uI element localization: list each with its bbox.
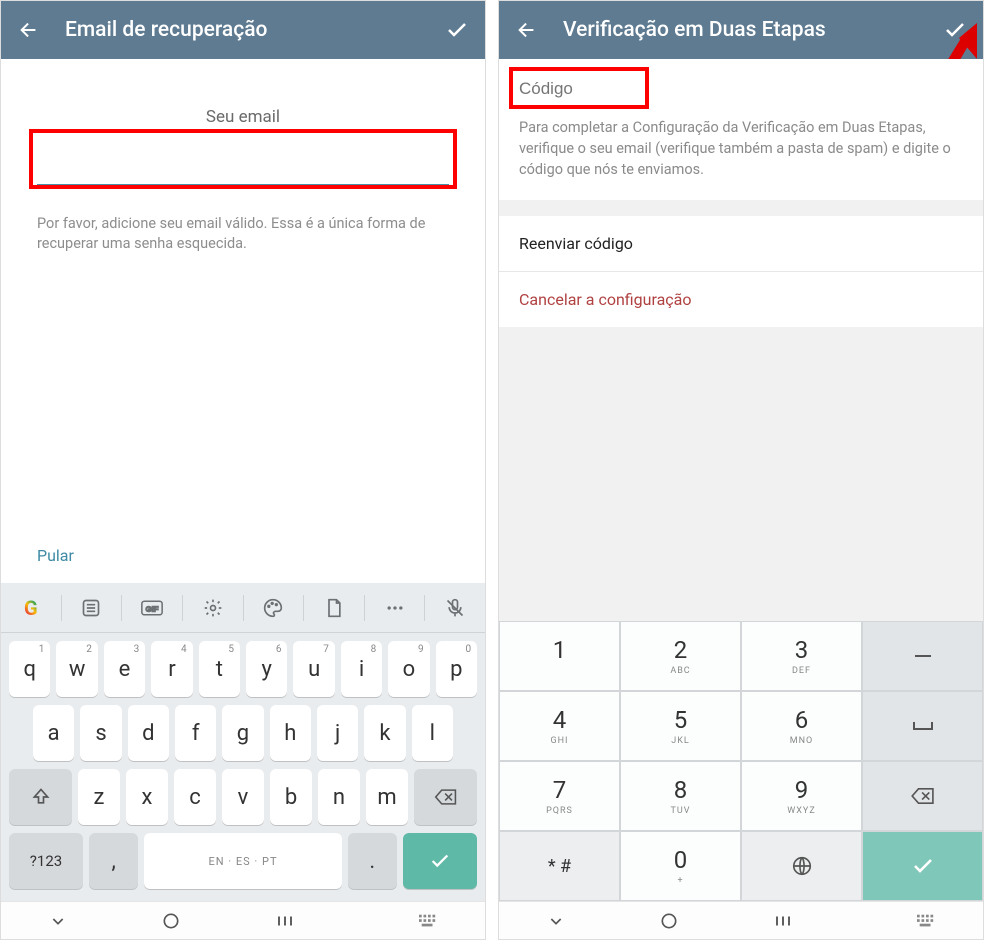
info-text: Para completar a Configuração da Verific… [499,117,983,200]
key-e[interactable]: e3 [104,641,145,697]
content-left: Seu email Por favor, adicione seu email … [1,59,485,583]
keyboard-qwerty: G GIF [1,583,485,901]
key-c[interactable]: c [174,769,216,825]
numpad-space[interactable] [862,691,983,761]
key-h[interactable]: h [270,705,311,761]
check-icon [445,18,469,42]
nav-recent[interactable] [763,914,803,928]
num-6[interactable]: 6MNO [741,691,862,761]
svg-text:GIF: GIF [146,604,159,613]
space-key[interactable]: EN · ES · PT [144,833,341,889]
resend-code[interactable]: Reenviar código [499,216,983,271]
key-n[interactable]: n [318,769,360,825]
mic-icon[interactable] [425,597,485,619]
backspace-key[interactable] [414,769,477,825]
check-icon [943,18,967,42]
email-label: Seu email [1,107,485,127]
google-icon[interactable]: G [1,596,61,620]
phone-left: Email de recuperação Seu email Por favor… [0,0,486,940]
key-q[interactable]: q1 [9,641,50,697]
gif-icon[interactable]: GIF [122,599,182,617]
key-t[interactable]: t5 [199,641,240,697]
numpad-symbols[interactable]: * # [499,831,620,901]
key-l[interactable]: l [412,705,453,761]
more-icon[interactable] [365,598,425,618]
num-8[interactable]: 8TUV [620,761,741,831]
num-0[interactable]: 0+ [620,831,741,901]
key-i[interactable]: i8 [341,641,382,697]
cancel-setup[interactable]: Cancelar a configuração [499,272,983,327]
list-icon[interactable] [62,598,122,618]
numpad-lang[interactable] [741,831,862,901]
note-icon[interactable] [304,598,364,618]
email-input[interactable] [37,151,449,186]
keyboard-numpad: 1 2ABC 3DEF 4GHI 5JKL 6MNO 7PQRS 8TUV 9W… [499,621,983,901]
key-d[interactable]: d [128,705,169,761]
key-k[interactable]: k [364,705,405,761]
key-o[interactable]: o9 [388,641,429,697]
num-3[interactable]: 3DEF [741,621,862,691]
nav-recent[interactable] [265,914,305,928]
num-9[interactable]: 9WXYZ [741,761,862,831]
key-v[interactable]: v [222,769,264,825]
key-a[interactable]: a [33,705,74,761]
back-button[interactable] [513,19,541,41]
numpad-enter[interactable] [862,831,983,901]
kb-toolbar: G GIF [1,583,485,633]
key-s[interactable]: s [80,705,121,761]
num-7[interactable]: 7PQRS [499,761,620,831]
key-r[interactable]: r4 [151,641,192,697]
num-5[interactable]: 5JKL [620,691,741,761]
page-title: Email de recuperação [43,18,443,42]
topbar-right: Verificação em Duas Etapas [499,1,983,59]
key-p[interactable]: p0 [436,641,477,697]
numswitch-key[interactable]: ?123 [9,833,83,889]
nav-home[interactable] [151,911,191,931]
shift-key[interactable] [9,769,72,825]
palette-icon[interactable] [244,598,304,618]
key-j[interactable]: j [317,705,358,761]
code-field-wrap [499,59,983,117]
skip-link[interactable]: Pular [37,546,485,565]
num-1[interactable]: 1 [499,621,620,691]
key-b[interactable]: b [270,769,312,825]
key-m[interactable]: m [366,769,408,825]
dot-key[interactable]: . [348,833,397,889]
enter-key[interactable] [403,833,477,889]
nav-keyboard[interactable] [408,914,448,928]
nav-down[interactable] [38,913,78,929]
key-z[interactable]: z [78,769,120,825]
settings-icon[interactable] [183,598,243,618]
key-f[interactable]: f [175,705,216,761]
comma-key[interactable]: , [89,833,138,889]
back-button[interactable] [15,19,43,41]
arrow-left-icon [18,19,40,41]
phone-right: Verificação em Duas Etapas Para completa… [498,0,984,940]
content-right: Para completar a Configuração da Verific… [499,59,983,621]
key-w[interactable]: w2 [56,641,97,697]
key-y[interactable]: y6 [246,641,287,697]
navbar-left [1,901,485,939]
nav-down[interactable] [536,913,576,929]
code-input[interactable] [519,79,963,99]
kb-rows: q1w2e3r4t5y6u7i8o9p0 asdfghjkl zxcvbnm ?… [1,633,485,901]
numpad-dash[interactable] [862,621,983,691]
confirm-button[interactable] [941,18,969,42]
key-u[interactable]: u7 [293,641,334,697]
nav-home[interactable] [649,911,689,931]
email-input-wrap [37,151,449,186]
arrow-left-icon [516,19,538,41]
helper-text: Por favor, adicione seu email válido. Es… [37,214,449,255]
navbar-right [499,901,983,939]
numpad-backspace[interactable] [862,761,983,831]
num-2[interactable]: 2ABC [620,621,741,691]
key-g[interactable]: g [222,705,263,761]
confirm-button[interactable] [443,18,471,42]
nav-keyboard[interactable] [906,914,946,928]
key-x[interactable]: x [126,769,168,825]
num-4[interactable]: 4GHI [499,691,620,761]
page-title: Verificação em Duas Etapas [541,18,941,42]
topbar-left: Email de recuperação [1,1,485,59]
